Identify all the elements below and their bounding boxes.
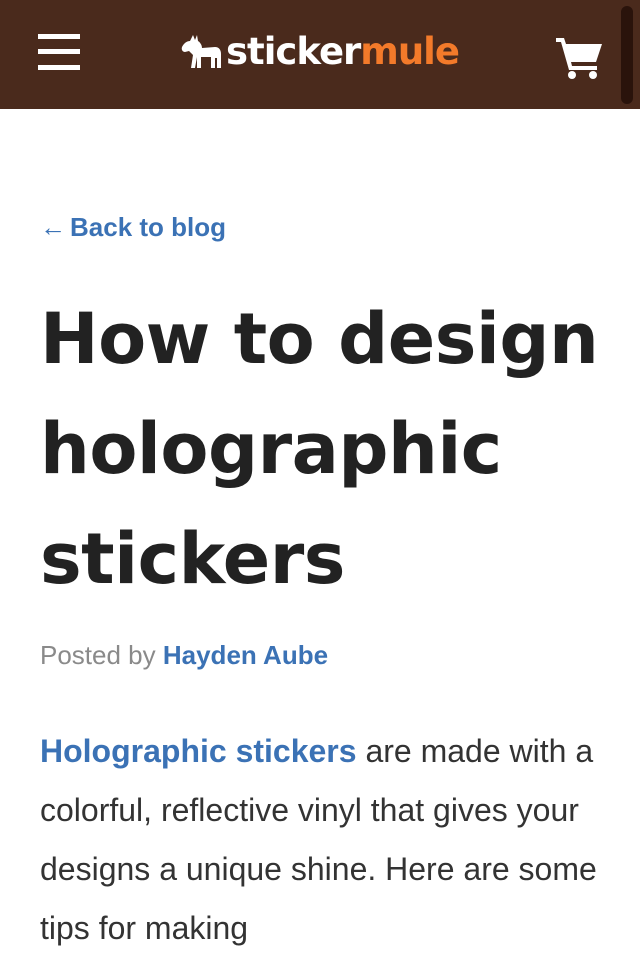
article-intro-paragraph: Holographic stickers are made with a col… — [40, 722, 620, 958]
site-logo[interactable]: sticker mule — [180, 26, 460, 76]
back-to-blog-link[interactable]: ← Back to blog — [40, 212, 226, 243]
scrollbar-thumb[interactable] — [621, 6, 633, 104]
holographic-stickers-link[interactable]: Holographic stickers — [40, 733, 357, 769]
article-title: How to design holographic stickers — [40, 298, 599, 600]
left-arrow-icon: ← — [40, 212, 66, 242]
logo-text-mule: mule — [360, 29, 460, 73]
mule-logo-icon — [181, 35, 221, 68]
logo-text-sticker: sticker — [226, 29, 361, 73]
article-byline: Posted by Hayden Aube — [40, 640, 328, 671]
cart-glyph — [556, 38, 602, 79]
top-navigation-bar: sticker mule — [0, 0, 640, 109]
back-to-blog-label: Back to blog — [70, 212, 227, 242]
author-link[interactable]: Hayden Aube — [163, 640, 328, 670]
menu-icon[interactable] — [38, 32, 80, 72]
cart-icon[interactable] — [556, 36, 604, 80]
byline-prefix: Posted by — [40, 640, 163, 670]
